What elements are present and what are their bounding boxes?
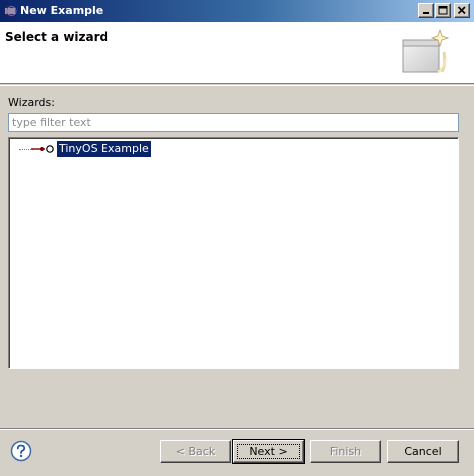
window-title: New Example [20,4,104,17]
close-button[interactable] [454,3,470,18]
minimize-icon [423,12,429,14]
wizard-tree[interactable]: TinyOS Example [8,137,459,369]
cancel-button[interactable]: Cancel [387,440,459,463]
title-bar[interactable]: New Example [0,0,474,22]
maximize-button[interactable] [435,3,451,18]
button-bar-separator [0,428,474,430]
next-button[interactable]: Next > [232,439,305,464]
wizards-label: Wizards: [8,96,55,109]
minimize-button[interactable] [418,3,434,18]
close-icon [457,6,466,15]
page-title: Select a wizard [5,30,109,44]
maximize-icon [438,6,448,15]
new-example-dialog: New Example Select a wizard Wizards: typ… [0,0,474,476]
wizard-banner-icon [402,28,450,73]
banner-divider [0,85,474,86]
back-button[interactable]: < Back [160,440,231,463]
help-icon[interactable] [10,440,32,462]
example-node-icon [31,145,54,153]
next-button-label: Next > [249,444,288,458]
tree-item-label: TinyOS Example [57,141,151,157]
filter-input[interactable] [8,113,459,132]
eclipse-icon [4,5,17,17]
finish-button[interactable]: Finish [310,440,381,463]
